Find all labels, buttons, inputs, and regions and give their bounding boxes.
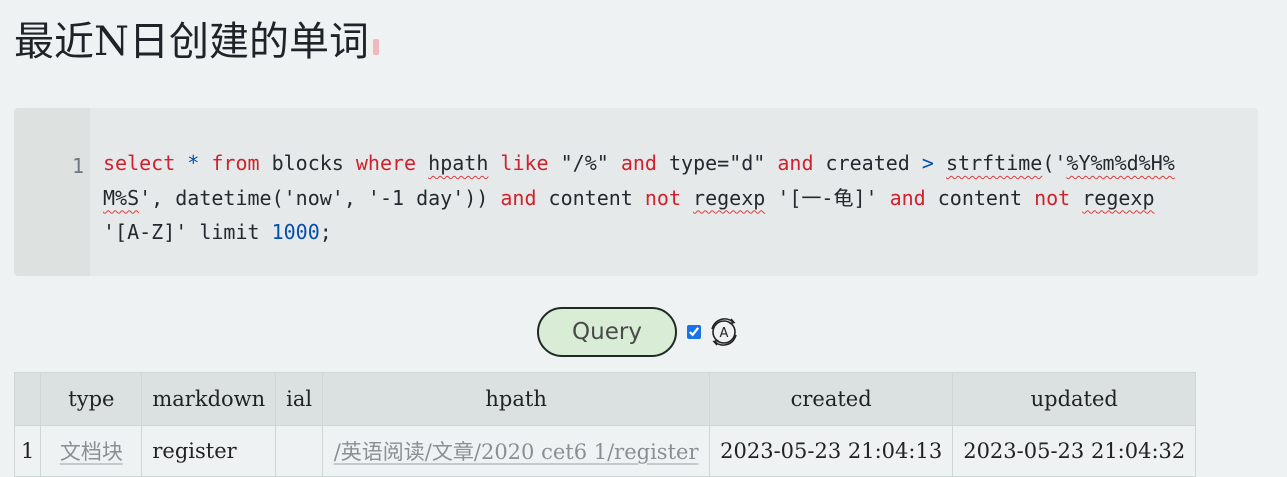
- sql-code-text[interactable]: select * from blocks where hpath like "/…: [103, 146, 1248, 250]
- header-type: type: [40, 372, 143, 426]
- sql-identifier: M%S: [103, 185, 140, 210]
- query-controls: Query A: [537, 307, 741, 357]
- header-hpath: hpath: [322, 372, 711, 426]
- sql-token: *: [187, 151, 200, 175]
- sql-token: (': [1042, 151, 1067, 175]
- line-number: 1: [71, 154, 84, 178]
- header-markdown: markdown: [141, 372, 277, 426]
- page-title-text: 最近N日创建的单词: [14, 19, 369, 65]
- sql-token: content: [925, 185, 1035, 210]
- cell-hpath[interactable]: /英语阅读/文章/2020 cet6 1/register: [322, 425, 711, 477]
- results-table: type markdown ial hpath created updated …: [13, 372, 1197, 477]
- sql-keyword: and: [777, 151, 814, 175]
- title-marker: [373, 39, 379, 55]
- header-created: created: [709, 372, 954, 426]
- code-gutter: [14, 108, 90, 276]
- table-row: 1 文档块 register /英语阅读/文章/2020 cet6 1/regi…: [13, 425, 1197, 477]
- code-line: select * from blocks where hpath like "/…: [103, 146, 1248, 181]
- sql-token: type="d": [656, 151, 778, 175]
- sql-keyword: like: [500, 151, 549, 175]
- cell-type[interactable]: 文档块: [40, 425, 143, 477]
- cell-index: 1: [13, 425, 42, 477]
- sql-token: content: [536, 185, 645, 210]
- block-type-link[interactable]: 文档块: [60, 440, 123, 464]
- svg-text:A: A: [720, 326, 729, 341]
- code-line: M%S', datetime('now', '-1 day')) and con…: [103, 181, 1248, 216]
- sql-keyword: and: [889, 185, 926, 210]
- hpath-link[interactable]: /英语阅读/文章/2020 cet6 1/register: [334, 440, 699, 464]
- sql-token: blocks: [259, 151, 356, 175]
- sql-token: ;: [319, 220, 332, 244]
- sql-token: >: [921, 151, 934, 175]
- cell-created: 2023-05-23 21:04:13: [709, 425, 954, 477]
- table-header-row: type markdown ial hpath created updated: [13, 372, 1197, 426]
- header-index: [13, 372, 42, 426]
- sql-token: ', datetime('now', '-1 day')): [139, 185, 501, 210]
- sql-keyword: select: [103, 151, 176, 175]
- sql-identifier: regexp: [1082, 185, 1155, 210]
- cell-updated: 2023-05-23 21:04:32: [952, 425, 1197, 477]
- sql-identifier: strftime: [945, 151, 1043, 175]
- page-title: 最近N日创建的单词: [14, 14, 379, 70]
- auto-query-checkbox[interactable]: [687, 325, 701, 339]
- sql-token: '[一-龟]': [765, 185, 890, 210]
- sql-identifier: regexp: [693, 185, 766, 210]
- sql-token: created: [813, 151, 922, 175]
- sql-token: 1000: [271, 220, 320, 244]
- query-button[interactable]: Query: [537, 307, 677, 357]
- sql-keyword: and: [500, 185, 537, 210]
- sql-keyword: where: [355, 151, 417, 175]
- sql-identifier: hpath: [428, 151, 489, 175]
- sql-keyword: not: [644, 185, 681, 210]
- cell-markdown: register: [141, 425, 277, 477]
- cell-ial: [275, 425, 324, 477]
- header-updated: updated: [952, 372, 1197, 426]
- sql-keyword: from: [211, 151, 260, 175]
- sql-code-block[interactable]: 1 select * from blocks where hpath like …: [14, 108, 1258, 276]
- sql-token: '[A-Z]' limit: [103, 220, 272, 244]
- sql-keyword: and: [620, 151, 657, 175]
- sql-identifier: %Y%m%d%H%: [1066, 151, 1175, 175]
- header-ial: ial: [275, 372, 324, 426]
- sql-token: "/%": [548, 151, 621, 175]
- sql-keyword: not: [1034, 185, 1071, 210]
- auto-refresh-icon[interactable]: A: [707, 315, 741, 349]
- code-line: '[A-Z]' limit 1000;: [103, 215, 1248, 250]
